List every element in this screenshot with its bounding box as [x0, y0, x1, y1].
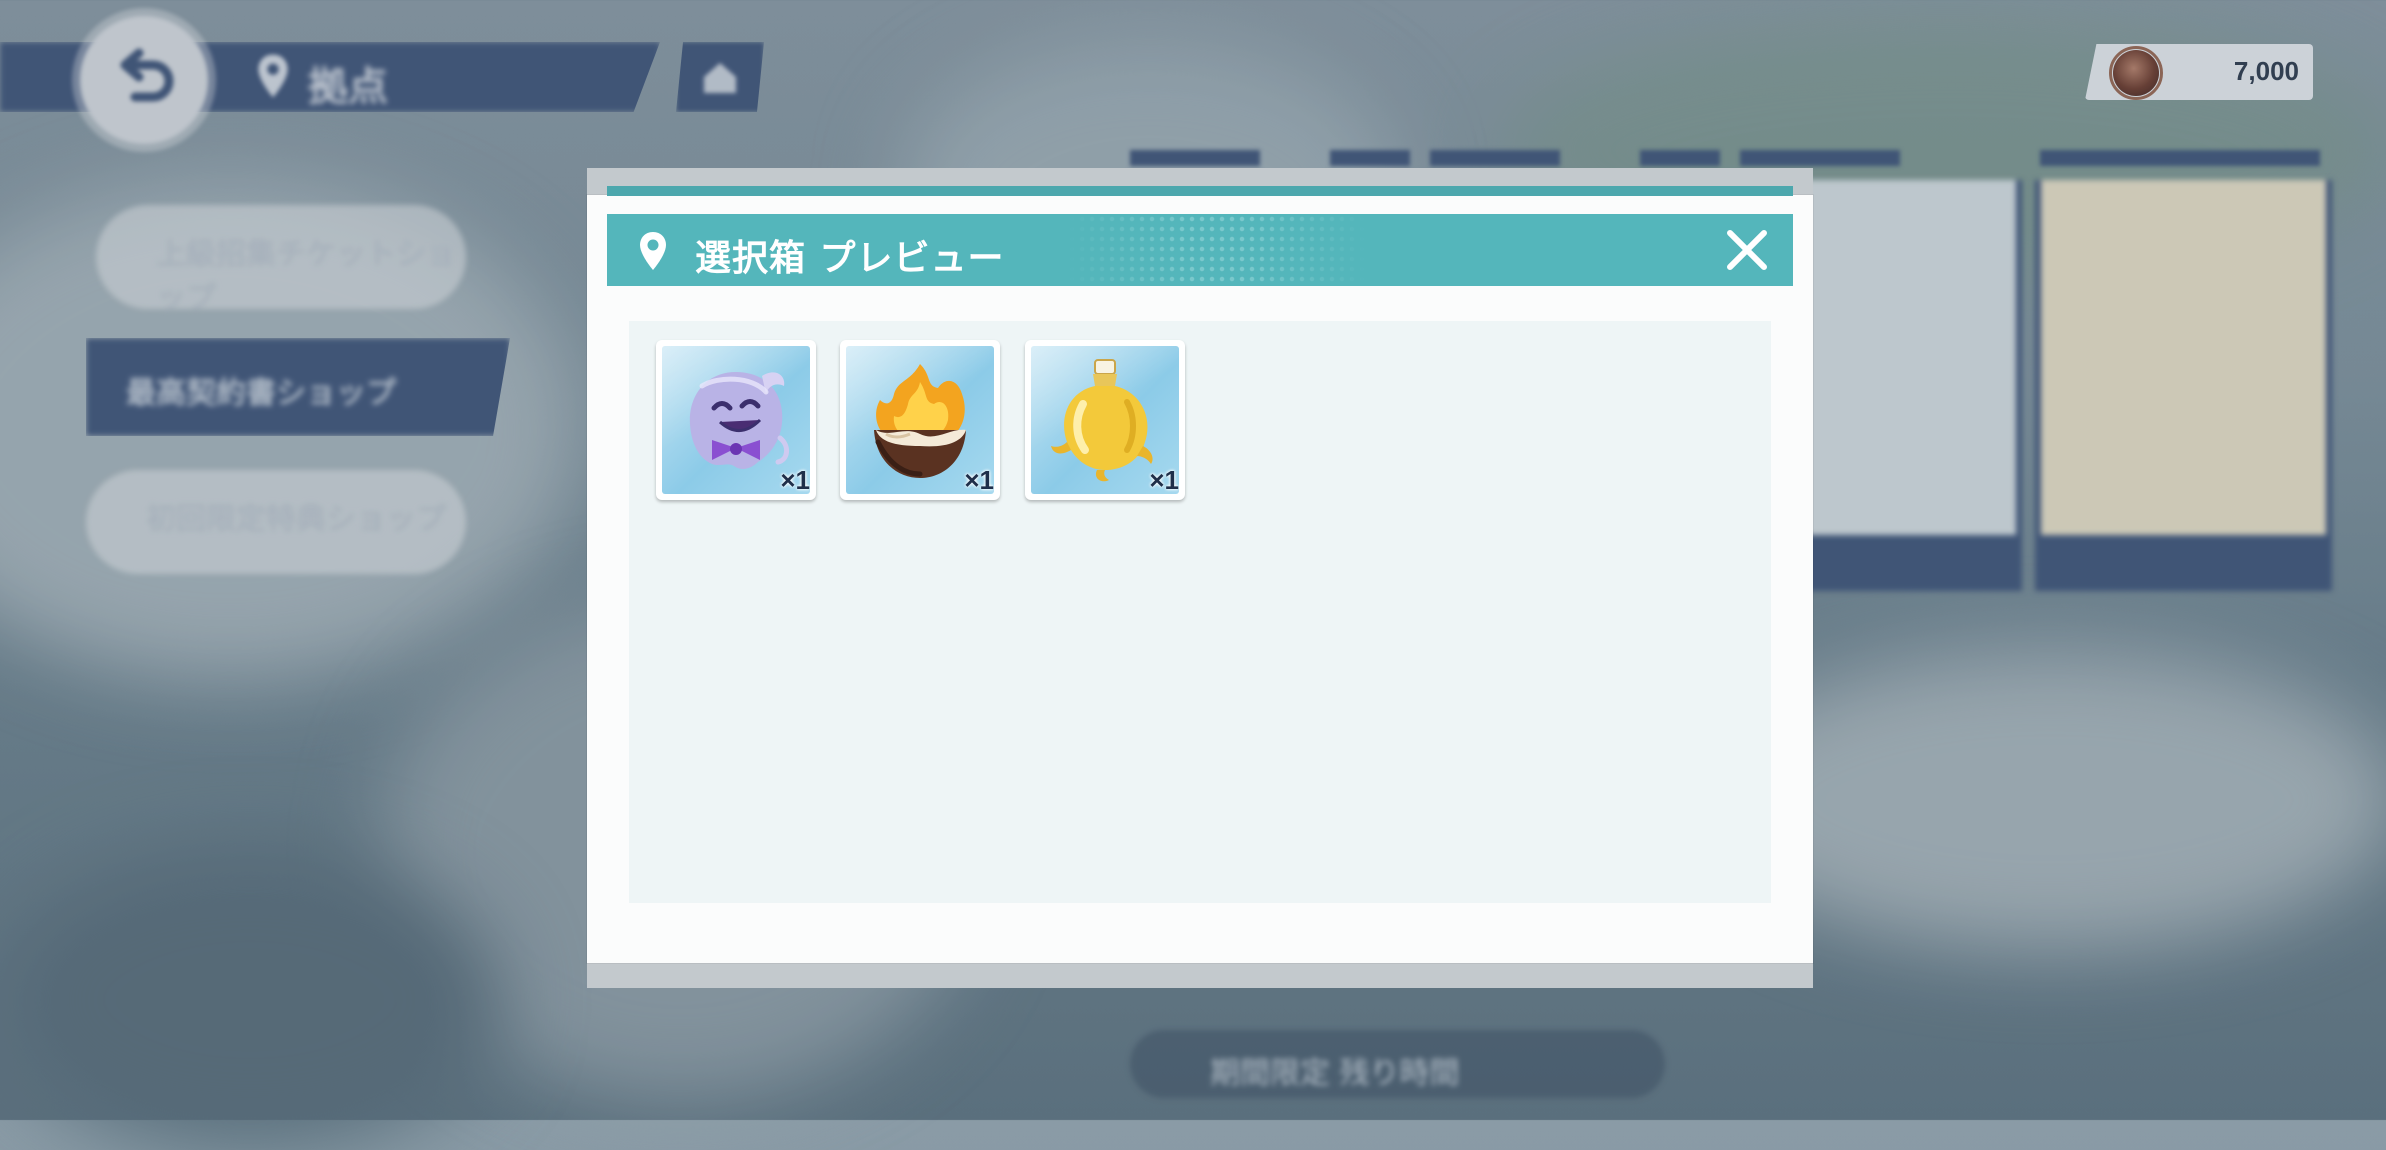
item-quantity: ×1	[780, 465, 810, 495]
modal-title: 選択箱 プレビュー	[695, 238, 1005, 279]
item-slot[interactable]: ×1	[840, 340, 1000, 500]
close-icon[interactable]	[1721, 224, 1773, 276]
location-pin-icon	[640, 232, 666, 270]
item-quantity: ×1	[964, 465, 994, 495]
item-slot[interactable]: ×1	[656, 340, 816, 500]
item-quantity: ×1	[1149, 465, 1179, 495]
modal-top-accent	[607, 186, 1793, 196]
item-slot[interactable]: ×1	[1025, 340, 1185, 500]
header-dot-pattern	[1067, 214, 1367, 286]
modal-header: 選択箱 プレビュー	[607, 214, 1793, 286]
